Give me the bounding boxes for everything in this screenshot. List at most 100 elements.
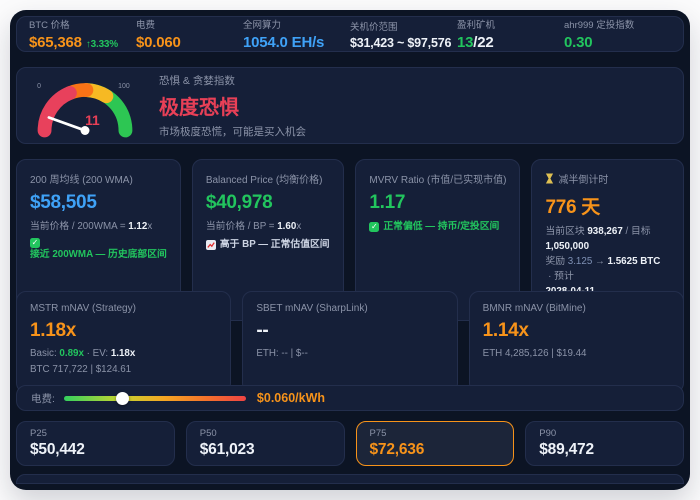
stat-label: ahr999 定投指数 bbox=[564, 17, 671, 31]
block-prefix: 当前区块 bbox=[545, 225, 587, 239]
bmnr-value: 1.14x bbox=[483, 320, 670, 342]
bmnr-mnav-card: BMNR mNAV (BitMine) 1.14x ETH 4,285,126 … bbox=[469, 291, 684, 393]
stat-label: 盈利矿机 bbox=[457, 17, 564, 31]
percentile-label: P90 bbox=[539, 428, 670, 439]
bp-ratio-value: 1.60 bbox=[277, 220, 296, 234]
bp-note: 高于 BP — 正常估值区间 bbox=[220, 238, 330, 252]
fear-greed-status: 极度恐惧 bbox=[159, 91, 306, 120]
reward-arrow: → bbox=[592, 255, 607, 269]
percentile-value: $61,023 bbox=[200, 441, 331, 459]
percentile-label: P50 bbox=[200, 428, 331, 439]
electricity-slider-card: 电费: $0.060/kWh bbox=[16, 385, 684, 411]
electricity-slider-value: $0.060/kWh bbox=[257, 391, 325, 405]
bmnr-holdings: ETH 4,285,126 | $19.44 bbox=[483, 347, 670, 361]
bp-value: $40,978 bbox=[206, 192, 331, 214]
mvrv-value: 1.17 bbox=[369, 192, 506, 214]
mnav-cards-row: MSTR mNAV (Strategy) 1.18x Basic: 0.89x … bbox=[16, 291, 684, 375]
metric-cards-row: 200 周均线 (200 WMA) $58,505 当前价格 / 200WMA … bbox=[16, 159, 684, 279]
electricity-slider[interactable] bbox=[64, 396, 246, 401]
btc-price-delta: ↑3.33% bbox=[86, 39, 118, 50]
next-section-sliver bbox=[16, 474, 684, 484]
check-icon: ✓ bbox=[369, 222, 379, 232]
stat-label: BTC 价格 bbox=[29, 17, 136, 31]
mstr-ev-label: EV: bbox=[93, 347, 111, 361]
mstr-basic-label: Basic: bbox=[30, 347, 59, 361]
mstr-title: MSTR mNAV (Strategy) bbox=[30, 303, 217, 314]
mvrv-title: MVRV Ratio (市值/已实现市值) bbox=[369, 171, 506, 186]
profitable-count: 13 bbox=[457, 34, 473, 51]
sbet-mnav-card: SBET mNAV (SharpLink) -- ETH: -- | $-- bbox=[242, 291, 457, 393]
wma-ratio-suffix: x bbox=[147, 220, 152, 234]
separator: · bbox=[84, 347, 93, 361]
wma-value: $58,505 bbox=[30, 192, 167, 214]
stat-ahr999: ahr999 定投指数 0.30 bbox=[564, 17, 671, 51]
mstr-basic-value: 0.89x bbox=[59, 347, 84, 361]
stat-label: 关机价范围 bbox=[350, 19, 457, 33]
gauge-value: 11 bbox=[85, 112, 100, 128]
gauge-min-label: 0 bbox=[37, 82, 41, 89]
percentile-value: $89,472 bbox=[539, 441, 670, 459]
electricity-value: $0.060 bbox=[136, 34, 243, 51]
bp-ratio-prefix: 当前价格 / BP = bbox=[206, 220, 277, 234]
bmnr-title: BMNR mNAV (BitMine) bbox=[483, 303, 670, 314]
mvrv-note: 正常偏低 — 持币/定投区间 bbox=[383, 220, 499, 234]
halving-value: 776 天 bbox=[545, 192, 670, 219]
percentile-label: P75 bbox=[370, 428, 501, 439]
percentile-p90[interactable]: P90 $89,472 bbox=[525, 421, 684, 466]
reward-suffix: · 预计 bbox=[545, 270, 573, 284]
stat-hashrate: 全网算力 1054.0 EH/s bbox=[243, 17, 350, 51]
halving-title: 减半倒计时 bbox=[558, 171, 608, 186]
bp-ratio-suffix: x bbox=[296, 220, 301, 234]
gauge-needle bbox=[49, 117, 85, 130]
stat-shutdown-range: 关机价范围 $31,423 ~ $97,576 bbox=[350, 19, 457, 50]
hourglass-icon bbox=[545, 173, 554, 184]
stat-label: 电费 bbox=[136, 17, 243, 31]
top-stats-bar: BTC 价格 $65,368 ↑3.33% 电费 $0.060 全网算力 1054… bbox=[16, 16, 684, 52]
reward-old: 3.125 bbox=[568, 255, 593, 269]
wma-note: 接近 200WMA — 历史底部区间 bbox=[30, 248, 167, 262]
hashrate-value: 1054.0 EH/s bbox=[243, 34, 350, 51]
fear-greed-description: 市场极度恐慌，可能是买入机会 bbox=[159, 124, 306, 139]
sbet-title: SBET mNAV (SharpLink) bbox=[256, 303, 443, 314]
profitable-total: /22 bbox=[473, 34, 493, 51]
percentile-p25[interactable]: P25 $50,442 bbox=[16, 421, 175, 466]
check-icon: ✓ bbox=[30, 238, 40, 248]
percentile-value: $72,636 bbox=[370, 441, 501, 459]
stat-profitable-miners: 盈利矿机 13/22 bbox=[457, 17, 564, 51]
stat-btc-price: BTC 价格 $65,368 ↑3.33% bbox=[29, 17, 136, 51]
wma-ratio-prefix: 当前价格 / 200WMA = bbox=[30, 220, 128, 234]
stat-label: 全网算力 bbox=[243, 17, 350, 31]
gauge-pivot bbox=[81, 126, 90, 135]
block-height: 938,267 bbox=[587, 225, 622, 239]
block-suffix: / 目标 bbox=[623, 225, 651, 239]
mstr-holdings: BTC 717,722 | $124.61 bbox=[30, 363, 217, 377]
percentile-value: $50,442 bbox=[30, 441, 161, 459]
percentile-label: P25 bbox=[30, 428, 161, 439]
chart-up-icon bbox=[206, 240, 216, 250]
percentile-p50[interactable]: P50 $61,023 bbox=[186, 421, 345, 466]
fear-greed-gauge-icon: 0 100 11 bbox=[31, 73, 139, 139]
btc-mining-dashboard: BTC 价格 $65,368 ↑3.33% 电费 $0.060 全网算力 1054… bbox=[10, 10, 690, 490]
sbet-holdings: ETH: -- | $-- bbox=[256, 347, 443, 361]
stat-electricity: 电费 $0.060 bbox=[136, 17, 243, 51]
block-target: 1,050,000 bbox=[545, 240, 670, 254]
wma-title: 200 周均线 (200 WMA) bbox=[30, 171, 167, 186]
shutdown-range-value: $31,423 ~ $97,576 bbox=[350, 36, 457, 50]
mstr-value: 1.18x bbox=[30, 320, 217, 342]
fear-greed-title: 恐惧 & 贪婪指数 bbox=[159, 73, 306, 88]
mstr-mnav-card: MSTR mNAV (Strategy) 1.18x Basic: 0.89x … bbox=[16, 291, 231, 393]
fear-greed-card: 0 100 11 恐惧 & 贪婪指数 极度恐惧 市场极度恐慌，可能是买入机会 bbox=[16, 67, 684, 144]
mstr-ev-value: 1.18x bbox=[111, 347, 136, 361]
wma-ratio-value: 1.12 bbox=[128, 220, 147, 234]
bp-title: Balanced Price (均衡价格) bbox=[206, 171, 331, 186]
btc-price-value: $65,368 bbox=[29, 34, 82, 51]
reward-new: 1.5625 BTC bbox=[608, 255, 661, 269]
sbet-value: -- bbox=[256, 320, 443, 342]
electricity-slider-label: 电费: bbox=[31, 391, 55, 406]
reward-prefix: 奖励 bbox=[545, 255, 567, 269]
electricity-slider-thumb[interactable] bbox=[116, 392, 129, 405]
percentile-p75-selected[interactable]: P75 $72,636 bbox=[356, 421, 515, 466]
percentile-cards-row: P25 $50,442 P50 $61,023 P75 $72,636 P90 … bbox=[16, 421, 684, 463]
ahr999-value: 0.30 bbox=[564, 34, 671, 51]
gauge-max-label: 100 bbox=[118, 82, 130, 89]
